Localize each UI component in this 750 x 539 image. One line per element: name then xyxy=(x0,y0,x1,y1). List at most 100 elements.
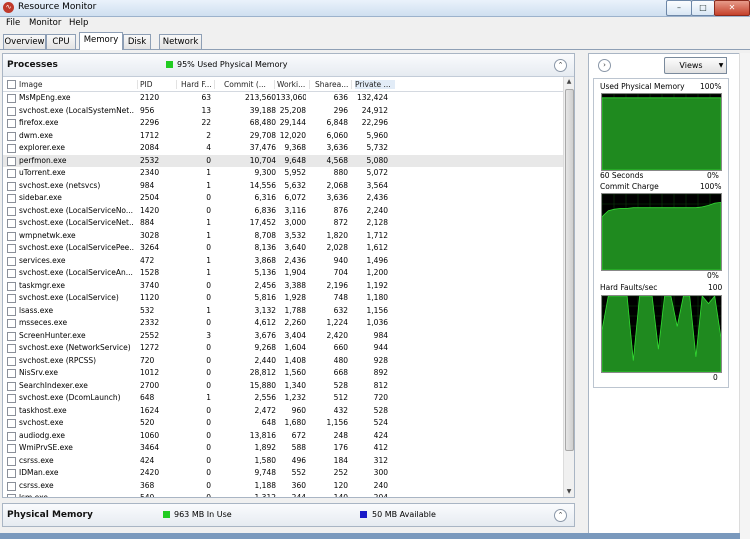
table-row[interactable]: dwm.exe 1712 2 29,708 12,020 6,060 5,960 xyxy=(3,130,563,143)
table-row[interactable]: services.exe 472 1 3,868 2,436 940 1,496 xyxy=(3,255,563,268)
select-all-checkbox[interactable] xyxy=(7,80,16,89)
process-table-scrollbar[interactable]: ▲ ▼ xyxy=(563,77,574,497)
table-row[interactable]: svchost.exe (LocalServiceAn... 1528 1 5,136… xyxy=(3,267,563,280)
row-checkbox[interactable] xyxy=(7,306,16,316)
table-row[interactable]: msseces.exe 2332 0 4,612 2,260 1,224 1,036 xyxy=(3,317,563,330)
menu-monitor[interactable]: Monitor xyxy=(29,18,61,28)
row-checkbox[interactable] xyxy=(7,444,16,453)
table-row[interactable]: NisSrv.exe 1012 0 28,812 1,560 668 892 xyxy=(3,367,563,380)
table-cell: 636 xyxy=(333,93,348,102)
scroll-down-icon[interactable]: ▼ xyxy=(564,487,574,497)
collapse-graphs-button[interactable]: › xyxy=(598,59,611,72)
maximize-button[interactable]: □ xyxy=(691,0,715,16)
row-checkbox[interactable] xyxy=(7,494,16,497)
table-row[interactable]: WmiPrvSE.exe 3464 0 1,892 588 176 412 xyxy=(3,442,563,455)
row-checkbox[interactable] xyxy=(7,456,16,466)
col-commit[interactable]: Commit (... xyxy=(224,80,275,89)
col-working[interactable]: Worki... xyxy=(277,80,310,89)
row-checkbox[interactable] xyxy=(7,319,16,328)
scroll-thumb[interactable] xyxy=(565,89,574,451)
col-pid[interactable]: PID xyxy=(140,80,177,89)
close-button[interactable]: ✕ xyxy=(714,0,750,16)
row-checkbox[interactable] xyxy=(7,194,16,203)
menu-help[interactable]: Help xyxy=(69,18,88,28)
minimize-button[interactable]: – xyxy=(666,0,692,16)
physical-memory-header[interactable]: Physical Memory 963 MB In Use 50 MB Avai… xyxy=(2,503,575,527)
table-row[interactable]: MsMpEng.exe 2120 63 213,560 133,060 636 132,42… xyxy=(3,92,563,105)
views-button[interactable]: Views xyxy=(664,57,718,74)
table-row[interactable]: svchost.exe (LocalSystemNet... 956 13 39,18… xyxy=(3,105,563,118)
tab-memory[interactable]: Memory xyxy=(79,32,123,50)
row-checkbox[interactable] xyxy=(7,94,16,103)
row-checkbox[interactable] xyxy=(7,431,16,441)
table-row[interactable]: audiodg.exe 1060 0 13,816 672 248 424 xyxy=(3,430,563,443)
tab-cpu[interactable]: CPU xyxy=(46,34,76,49)
row-checkbox[interactable] xyxy=(7,406,16,416)
table-row[interactable]: lsm.exe 540 0 1,312244 140 204 xyxy=(3,492,563,497)
table-row[interactable]: ScreenHunter.exe 2552 3 3,676 3,404 2,420 984 xyxy=(3,330,563,343)
row-checkbox[interactable] xyxy=(7,244,16,253)
table-row[interactable]: svchost.exe (LocalService) 1120 0 5,816 1,92… xyxy=(3,292,563,305)
tab-overview[interactable]: Overview xyxy=(3,34,46,49)
table-row[interactable]: svchost.exe (LocalServicePee... 3264 0 8,13… xyxy=(3,242,563,255)
tab-network[interactable]: Network xyxy=(159,34,202,49)
table-row[interactable]: perfmon.exe 2532 0 10,704 9,648 4,568 5,080 xyxy=(3,154,563,167)
row-checkbox[interactable] xyxy=(7,131,16,141)
col-private[interactable]: Private ... xyxy=(355,80,395,89)
collapse-physical-memory-button[interactable]: ⌃ xyxy=(554,509,567,522)
col-hard-faults[interactable]: Hard F... xyxy=(181,80,215,89)
row-checkbox[interactable] xyxy=(7,119,16,128)
window-scrollbar[interactable] xyxy=(739,53,750,539)
table-row[interactable]: explorer.exe 2084 4 37,476 9,368 3,636 5,732 xyxy=(3,142,563,155)
table-row[interactable]: taskhost.exe 1624 0 2,472 960 432 528 xyxy=(3,405,563,418)
table-row[interactable]: svchost.exe (LocalServiceNet... 884 1 17,45… xyxy=(3,217,563,230)
row-checkbox[interactable] xyxy=(7,144,16,153)
row-checkbox[interactable] xyxy=(7,219,16,228)
row-checkbox[interactable] xyxy=(7,381,16,391)
row-checkbox[interactable] xyxy=(7,181,16,191)
collapse-processes-button[interactable]: ⌃ xyxy=(554,59,567,72)
col-image[interactable]: Image xyxy=(19,80,138,89)
row-checkbox[interactable] xyxy=(7,256,16,266)
row-checkbox[interactable] xyxy=(7,469,16,478)
table-cell: 8,708 xyxy=(254,230,276,240)
table-row[interactable]: csrss.exe 424 0 1,580 496 184 312 xyxy=(3,455,563,468)
table-row[interactable]: IDMan.exe 2420 0 9,748 552 252 300 xyxy=(3,467,563,480)
table-row[interactable]: svchost.exe (RPCSS) 720 0 2,440 1,408 480 928 xyxy=(3,355,563,368)
row-checkbox[interactable] xyxy=(7,331,16,341)
table-row[interactable]: taskmgr.exe 3740 0 2,456 3,388 2,196 1,192 xyxy=(3,280,563,293)
table-row[interactable]: wmpnetwk.exe 3028 1 8,708 3,532 1,820 1,712 xyxy=(3,230,563,243)
row-checkbox[interactable] xyxy=(7,356,16,366)
table-row[interactable]: sidebar.exe 2504 0 6,316 6,072 3,636 2,436 xyxy=(3,192,563,205)
row-checkbox[interactable] xyxy=(7,281,16,291)
table-cell: 10,704 xyxy=(249,155,276,165)
table-row[interactable]: svchost.exe 520 0 648 1,680 1,156 524 xyxy=(3,417,563,430)
table-row[interactable]: uTorrent.exe 2340 1 9,300 5,952 880 5,072 xyxy=(3,167,563,180)
table-row[interactable]: SearchIndexer.exe 2700 0 15,880 1,340 528 812 xyxy=(3,380,563,393)
table-row[interactable]: svchost.exe (LocalServiceNo... 1420 0 6,836… xyxy=(3,205,563,218)
row-checkbox[interactable] xyxy=(7,419,16,428)
row-checkbox[interactable] xyxy=(7,206,16,216)
col-shareable[interactable]: Sharea... xyxy=(315,80,352,89)
row-checkbox[interactable] xyxy=(7,156,16,166)
menu-file[interactable]: File xyxy=(6,18,20,28)
row-checkbox[interactable] xyxy=(7,269,16,278)
table-row[interactable]: svchost.exe (netsvcs) 984 1 14,556 5,632 2,06… xyxy=(3,180,563,193)
row-checkbox[interactable] xyxy=(7,394,16,403)
table-row[interactable]: svchost.exe (NetworkService) 1272 0 9,268 1,… xyxy=(3,342,563,355)
row-checkbox[interactable] xyxy=(7,169,16,178)
processes-header[interactable]: Processes 95% Used Physical Memory ⌃ xyxy=(3,54,574,77)
table-row[interactable]: lsass.exe 532 1 3,132 1,788 632 1,156 xyxy=(3,305,563,318)
table-row[interactable]: csrss.exe 368 0 1,188 360 120 240 xyxy=(3,480,563,493)
row-checkbox[interactable] xyxy=(7,106,16,116)
table-row[interactable]: firefox.exe 2296 22 68,480 29,144 6,848 22,296 xyxy=(3,117,563,130)
table-row[interactable]: svchost.exe (DcomLaunch) 648 1 2,556 1,232 51… xyxy=(3,392,563,405)
row-checkbox[interactable] xyxy=(7,481,16,491)
scroll-up-icon[interactable]: ▲ xyxy=(564,77,574,87)
row-checkbox[interactable] xyxy=(7,231,16,241)
row-checkbox[interactable] xyxy=(7,369,16,378)
row-checkbox[interactable] xyxy=(7,344,16,353)
row-checkbox[interactable] xyxy=(7,294,16,303)
views-dropdown-icon[interactable]: ▼ xyxy=(716,57,727,74)
tab-disk[interactable]: Disk xyxy=(123,34,151,49)
